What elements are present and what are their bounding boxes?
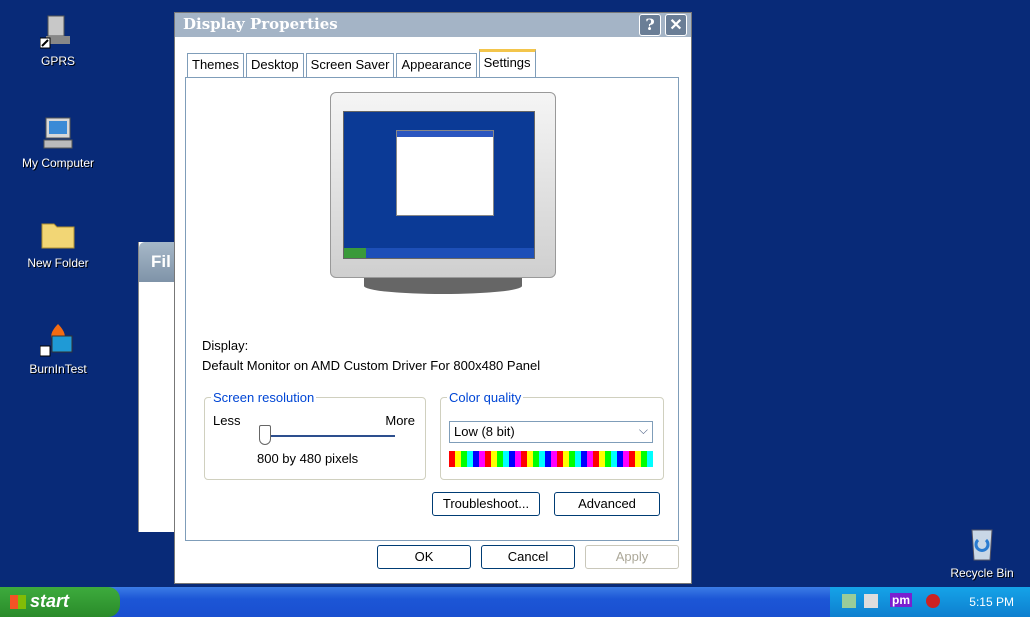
dialog-titlebar[interactable]: Display Properties ? ✕ [175, 13, 691, 37]
desktop-icon-my-computer[interactable]: My Computer [10, 116, 106, 170]
desktop-icon-label: My Computer [21, 156, 95, 170]
connection-tray-icon[interactable] [864, 594, 878, 608]
preview-window [396, 130, 494, 216]
tab-desktop[interactable]: Desktop [245, 53, 304, 77]
desktop-icon-label: BurnInTest [29, 362, 87, 376]
folder-icon [40, 216, 76, 252]
slider-more-label: More [385, 413, 415, 428]
monitor-preview [330, 92, 556, 302]
tab-screen-saver[interactable]: Screen Saver [305, 53, 395, 77]
desktop-icon-gprs[interactable]: GPRS [10, 14, 106, 68]
desktop-icon-label: Recycle Bin [950, 566, 1014, 580]
windows-logo-icon [10, 595, 26, 609]
settings-panel: Display: Default Monitor on AMD Custom D… [185, 77, 679, 541]
tab-appearance[interactable]: Appearance [396, 53, 477, 77]
apply-button[interactable]: Apply [585, 545, 679, 569]
screen-resolution-group: Screen resolution Less More 800 by 480 p… [204, 390, 426, 480]
troubleshoot-button[interactable]: Troubleshoot... [432, 492, 540, 516]
color-quality-value: Low (8 bit) [454, 424, 515, 439]
tab-settings[interactable]: Settings [478, 49, 536, 77]
burnintest-icon [39, 322, 76, 358]
desktop-icon-recycle-bin[interactable]: Recycle Bin [934, 526, 1030, 580]
help-button[interactable]: ? [639, 14, 661, 36]
start-label: start [30, 591, 70, 611]
system-tray: pm 5:15 PM [830, 587, 1030, 617]
desktop-icon-new-folder[interactable]: New Folder [10, 216, 106, 270]
desktop-icon-burnintest[interactable]: BurnInTest [10, 322, 106, 376]
desktop-icon-label: New Folder [27, 256, 89, 270]
close-icon: ✕ [669, 15, 683, 34]
close-button[interactable]: ✕ [665, 14, 687, 36]
preview-taskbar [344, 248, 534, 258]
color-quality-legend: Color quality [449, 390, 522, 405]
color-quality-group: Color quality Low (8 bit) ⌵ [440, 390, 664, 480]
pm-tray-icon[interactable]: pm [890, 593, 912, 607]
cancel-button[interactable]: Cancel [481, 545, 575, 569]
tab-strip: Themes Desktop Screen Saver Appearance S… [187, 49, 538, 77]
color-quality-select[interactable]: Low (8 bit) ⌵ [449, 421, 653, 443]
advanced-button[interactable]: Advanced [554, 492, 660, 516]
color-spectrum-bar [449, 451, 653, 467]
slider-less-label: Less [213, 413, 241, 428]
security-tray-icon[interactable] [926, 594, 940, 608]
screen-resolution-legend: Screen resolution [213, 390, 315, 405]
monitor-body [330, 92, 556, 278]
network-icon [39, 14, 76, 50]
desktop-icon-label: GPRS [40, 54, 75, 68]
display-properties-dialog: Display Properties ? ✕ Themes Desktop Sc… [174, 12, 692, 584]
dialog-title: Display Properties [183, 15, 338, 33]
computer-icon [40, 116, 76, 152]
network-tray-icon[interactable] [842, 594, 856, 608]
clock[interactable]: 5:15 PM [969, 595, 1014, 609]
tab-themes[interactable]: Themes [187, 53, 244, 77]
resolution-slider-track[interactable] [265, 435, 395, 437]
recycle-bin-icon [964, 526, 1000, 562]
monitor-stand [364, 278, 522, 294]
resolution-value: 800 by 480 pixels [257, 451, 359, 466]
display-value: Default Monitor on AMD Custom Driver For… [202, 358, 541, 373]
display-label: Display: [202, 338, 249, 353]
resolution-slider-thumb[interactable] [259, 425, 271, 445]
ok-button[interactable]: OK [377, 545, 471, 569]
chevron-down-icon: ⌵ [638, 423, 648, 437]
start-button[interactable]: start [0, 587, 120, 617]
taskbar: start pm 5:15 PM [0, 587, 1030, 617]
help-icon: ? [645, 15, 655, 34]
monitor-screen [343, 111, 535, 259]
